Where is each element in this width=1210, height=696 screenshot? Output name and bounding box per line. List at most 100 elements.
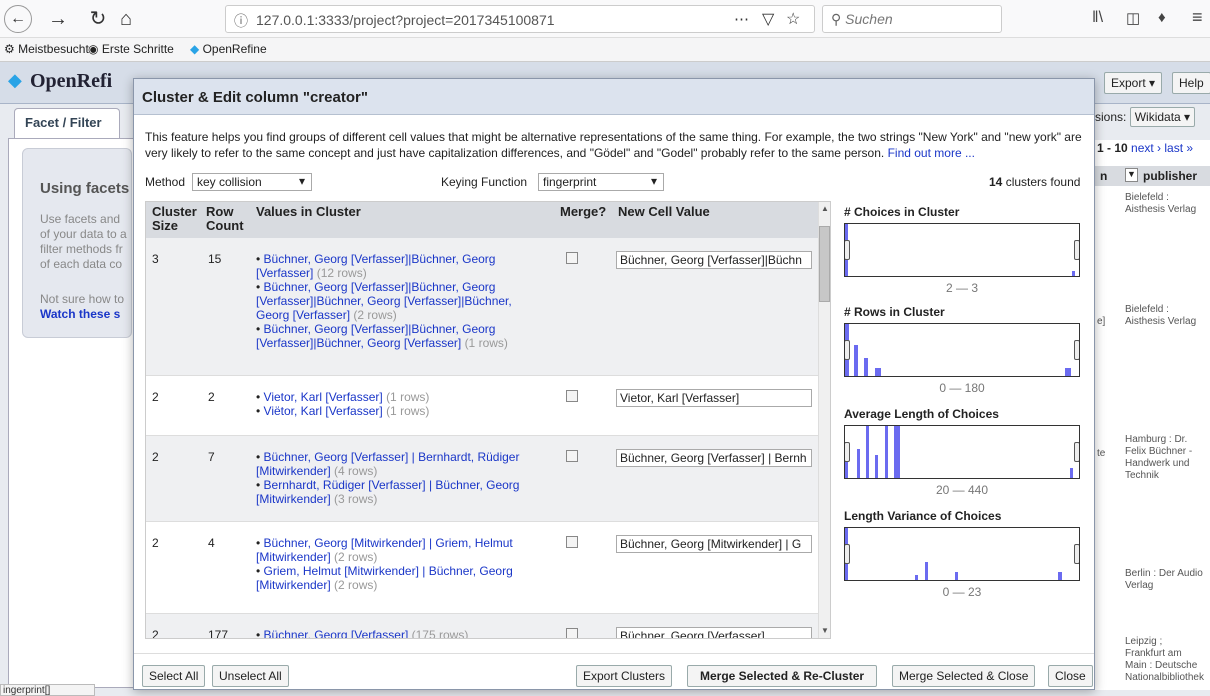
search-input[interactable]: ⚲ Suchen bbox=[822, 5, 1002, 33]
menu-icon[interactable]: ≡ bbox=[1192, 7, 1203, 28]
forward-arrow-icon[interactable]: → bbox=[44, 5, 72, 33]
table-row: 2 4 • Büchner, Georg [Mitwirkender] | Gr… bbox=[146, 522, 818, 614]
info-icon[interactable]: ⓘ bbox=[234, 11, 248, 31]
select-all-button[interactable]: Select All bbox=[142, 665, 206, 687]
method-select[interactable]: key collision bbox=[192, 173, 312, 191]
data-grid-right bbox=[1095, 140, 1210, 690]
histogram[interactable] bbox=[844, 527, 1080, 581]
last-link[interactable]: last » bbox=[1164, 141, 1193, 155]
cluster-value-link[interactable]: Büchner, Georg [Verfasser]|Büchner, Geor… bbox=[256, 252, 495, 280]
histogram[interactable] bbox=[844, 223, 1080, 277]
method-label: Method bbox=[145, 175, 186, 189]
value-row-count: (2 rows) bbox=[353, 308, 397, 322]
clusters-table: Cluster Size Row Count Values in Cluster… bbox=[145, 201, 831, 639]
cluster-values: • Büchner, Georg [Verfasser]|Büchner, Ge… bbox=[256, 252, 546, 350]
extension-icon[interactable]: ♦ bbox=[1158, 9, 1166, 26]
cluster-value-link[interactable]: Büchner, Georg [Mitwirkender] | Griem, H… bbox=[256, 536, 513, 564]
range-handle[interactable] bbox=[845, 240, 850, 260]
cluster-value-link[interactable]: Büchner, Georg [Verfasser] bbox=[264, 628, 409, 638]
value-row-count: (175 rows) bbox=[411, 628, 469, 639]
facet-range: 2 — 3 bbox=[945, 281, 978, 295]
using-facets-line: of each data co bbox=[40, 257, 123, 271]
list-item: • Vietor, Karl [Verfasser] (1 rows) bbox=[256, 390, 430, 404]
bookmark-openrefine[interactable]: ◆ OpenRefine bbox=[190, 42, 267, 56]
reload-icon[interactable]: ↻ bbox=[84, 5, 112, 33]
export-clusters-button[interactable]: Export Clusters bbox=[576, 665, 673, 687]
home-icon[interactable]: ⌂ bbox=[112, 5, 140, 33]
range-handle[interactable] bbox=[845, 340, 850, 360]
search-placeholder: Suchen bbox=[845, 11, 893, 27]
column-header-publisher[interactable]: publisher bbox=[1143, 169, 1197, 183]
cluster-value-link[interactable]: Viëtor, Karl [Verfasser] bbox=[264, 404, 383, 418]
new-cell-value-input[interactable]: Vietor, Karl [Verfasser] bbox=[616, 389, 812, 407]
help-button[interactable]: Help bbox=[1172, 72, 1210, 94]
range-handle[interactable] bbox=[845, 442, 850, 462]
next-link[interactable]: next › bbox=[1131, 141, 1161, 155]
watch-link[interactable]: Watch these s bbox=[40, 307, 120, 321]
merge-checkbox[interactable] bbox=[566, 628, 578, 638]
histogram-bar bbox=[894, 426, 900, 478]
table-row: 2 2 • Vietor, Karl [Verfasser] (1 rows) … bbox=[146, 376, 818, 436]
grid-cell-fragment: e] bbox=[1097, 316, 1106, 327]
scroll-up-icon[interactable]: ▲ bbox=[821, 204, 829, 213]
range-handle[interactable] bbox=[845, 544, 850, 564]
row-count: 7 bbox=[208, 450, 215, 464]
using-facets-title: Using facets bbox=[40, 180, 130, 197]
pocket-icon[interactable]: ▽ bbox=[762, 9, 774, 29]
header-merge: Merge? bbox=[560, 204, 607, 219]
sidebar-icon[interactable]: ◫ bbox=[1126, 9, 1140, 27]
cluster-size: 2 bbox=[152, 536, 159, 550]
facet-range: 20 — 440 bbox=[935, 483, 989, 497]
app-logo[interactable]: OpenRefi bbox=[30, 70, 112, 93]
close-button[interactable]: Close bbox=[1048, 665, 1093, 687]
cluster-values: • Büchner, Georg [Verfasser] | Bernhardt… bbox=[256, 450, 546, 506]
cluster-value-link[interactable]: Büchner, Georg [Verfasser] | Bernhardt, … bbox=[256, 450, 519, 478]
new-cell-value-input[interactable]: Büchner, Georg [Verfasser] | Bernh bbox=[616, 449, 812, 467]
keying-function-select[interactable]: fingerprint bbox=[538, 173, 664, 191]
new-cell-value-input[interactable]: Büchner, Georg [Verfasser]|Büchn bbox=[616, 251, 812, 269]
new-cell-value-input[interactable]: Büchner, Georg [Mitwirkender] | G bbox=[616, 535, 812, 553]
using-facets-line: Use facets and bbox=[40, 212, 121, 226]
table-header: Cluster Size Row Count Values in Cluster… bbox=[146, 202, 818, 238]
wikidata-button[interactable]: Wikidata ▾ bbox=[1129, 107, 1196, 127]
merge-checkbox[interactable] bbox=[566, 450, 578, 462]
column-dropdown-icon[interactable]: ▼ bbox=[1125, 168, 1138, 182]
list-item: • Büchner, Georg [Verfasser]|Büchner, Ge… bbox=[256, 322, 508, 350]
cluster-value-link[interactable]: Bernhardt, Rüdiger [Verfasser] | Büchner… bbox=[256, 478, 519, 506]
histogram[interactable] bbox=[844, 425, 1080, 479]
new-cell-value-input[interactable]: Büchner, Georg [Verfasser] bbox=[616, 627, 812, 638]
facet-title: Average Length of Choices bbox=[844, 407, 999, 421]
tab-facet-filter[interactable]: Facet / Filter bbox=[14, 108, 120, 138]
unselect-all-button[interactable]: Unselect All bbox=[212, 665, 289, 687]
bookmark-getting-started[interactable]: ◉ Erste Schritte bbox=[88, 42, 174, 56]
value-row-count: (1 rows) bbox=[386, 404, 430, 418]
merge-checkbox[interactable] bbox=[566, 536, 578, 548]
range-handle[interactable] bbox=[1074, 544, 1079, 564]
merge-checkbox[interactable] bbox=[566, 390, 578, 402]
column-header-row: n ▼ publisher bbox=[1095, 166, 1210, 186]
merge-recluster-button[interactable]: Merge Selected & Re-Cluster bbox=[687, 665, 878, 687]
find-out-more-link[interactable]: Find out more ... bbox=[888, 146, 975, 160]
range-handle[interactable] bbox=[1074, 442, 1079, 462]
scrollbar-thumb[interactable] bbox=[819, 226, 830, 302]
range-handle[interactable] bbox=[1074, 340, 1079, 360]
histogram[interactable] bbox=[844, 323, 1080, 377]
cluster-value-link[interactable]: Vietor, Karl [Verfasser] bbox=[264, 390, 383, 404]
merge-close-button[interactable]: Merge Selected & Close bbox=[892, 665, 1036, 687]
list-item: • Büchner, Georg [Verfasser]|Büchner, Ge… bbox=[256, 280, 512, 322]
merge-checkbox[interactable] bbox=[566, 252, 578, 264]
value-row-count: (1 rows) bbox=[386, 390, 430, 404]
page-actions-icon[interactable]: ⋯ bbox=[734, 10, 749, 28]
extensions-bar: sions: Wikidata ▾ bbox=[1095, 107, 1210, 132]
back-arrow-icon[interactable]: ← bbox=[4, 5, 32, 33]
bookmark-star-icon[interactable]: ☆ bbox=[786, 9, 800, 29]
bookmark-most-visited[interactable]: ⚙ Meistbesucht bbox=[4, 42, 89, 56]
library-icon[interactable]: ‖\ bbox=[1092, 9, 1103, 27]
scroll-down-icon[interactable]: ▼ bbox=[821, 626, 829, 635]
range-handle[interactable] bbox=[1074, 240, 1079, 260]
url-bar[interactable]: ⓘ 127.0.0.1:3333/project?project=2017345… bbox=[225, 5, 815, 33]
export-button[interactable]: Export ▾ bbox=[1104, 72, 1163, 94]
cluster-value-link[interactable]: Büchner, Georg [Verfasser]|Büchner, Geor… bbox=[256, 322, 495, 350]
cluster-value-link[interactable]: Griem, Helmut [Mitwirkender] | Büchner, … bbox=[256, 564, 513, 592]
pager-range: 1 - 10 bbox=[1097, 141, 1128, 155]
